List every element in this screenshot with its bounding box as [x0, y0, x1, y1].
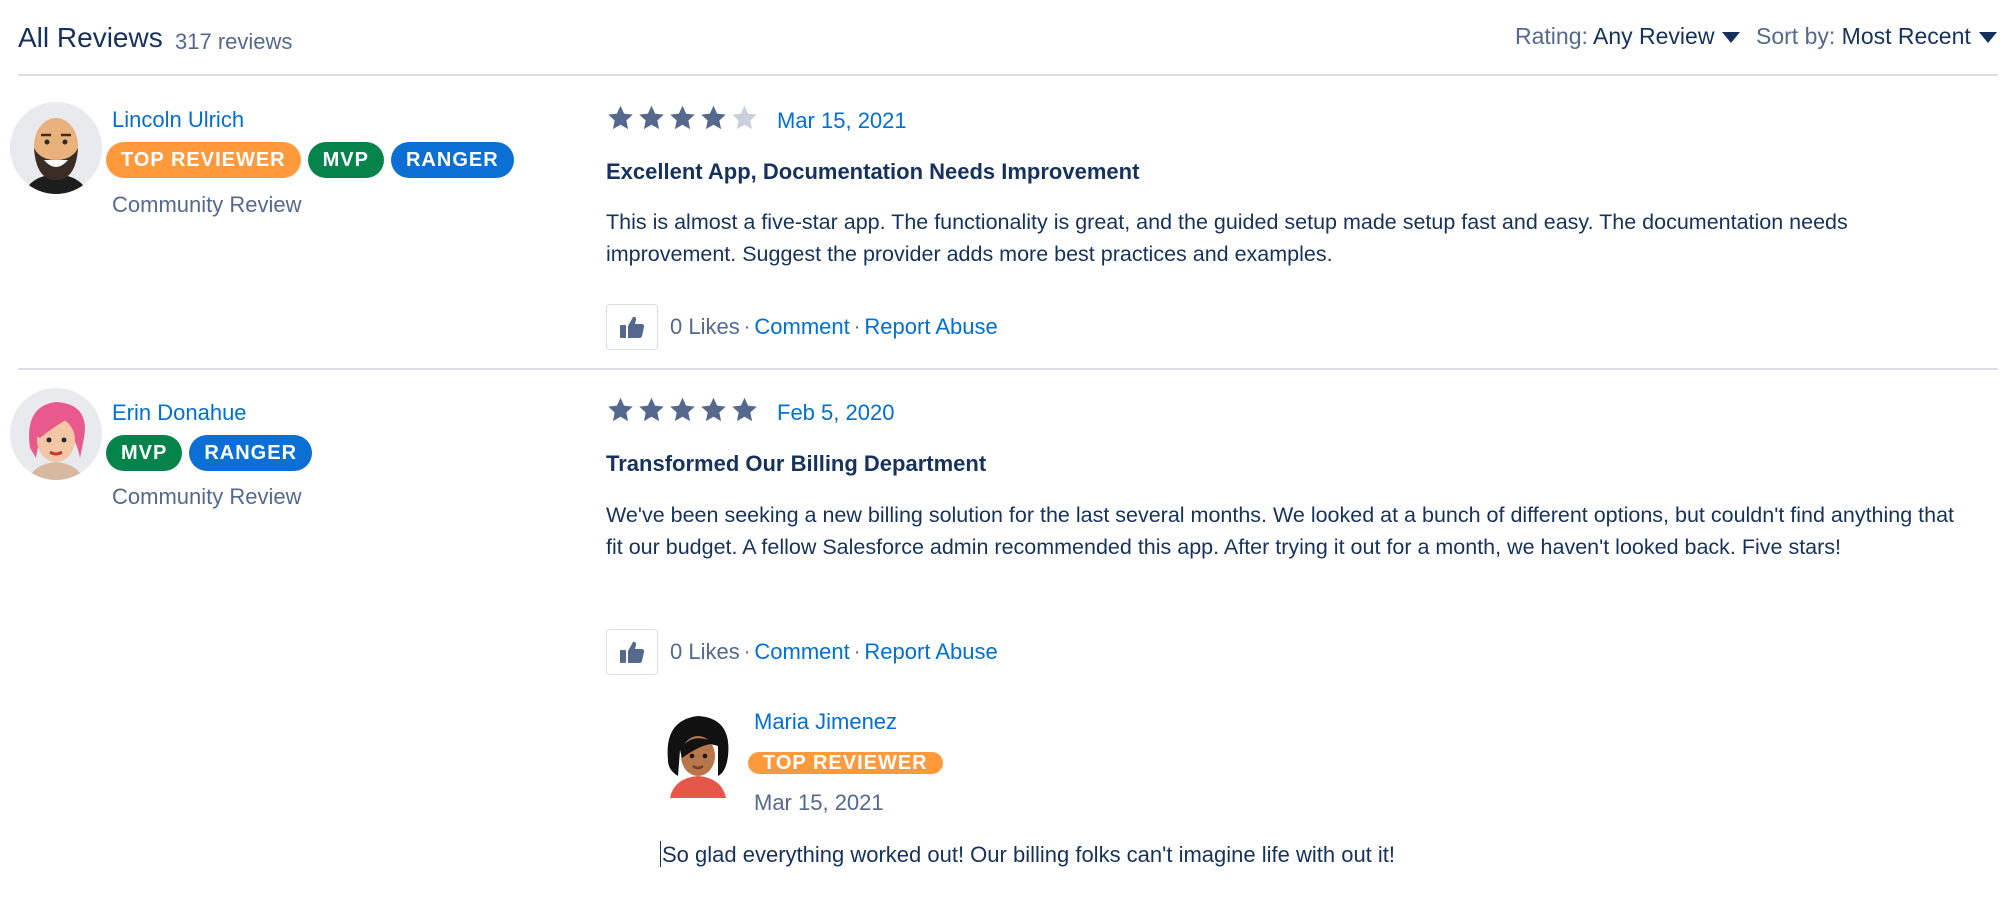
reviews-header: All Reviews 317 reviews Rating: Any Revi…	[0, 0, 2000, 75]
separator-dot: ·	[853, 315, 861, 338]
page-title: All Reviews	[18, 22, 163, 53]
comment-link[interactable]: Comment	[754, 314, 849, 340]
sort-label: Sort by:	[1756, 23, 1836, 49]
report-abuse-link[interactable]: Report Abuse	[864, 639, 997, 665]
reviewer-name-link[interactable]: Lincoln Ulrich	[112, 107, 244, 133]
review-actions: 0 Likes · Comment · Report Abuse	[606, 304, 998, 350]
badge-ranger: RANGER	[189, 435, 313, 471]
star-filled-icon	[701, 105, 726, 130]
rating-filter-label: Rating:	[1515, 23, 1588, 49]
star-rating	[606, 396, 759, 424]
reviewer-badges: TOP REVIEWER MVP RANGER	[106, 142, 514, 178]
star-filled-icon	[639, 105, 664, 130]
reviews-page: All Reviews 317 reviews Rating: Any Revi…	[0, 0, 2000, 900]
separator-dot: ·	[743, 640, 751, 663]
reply-date: Mar 15, 2021	[754, 790, 884, 815]
review-body: We've been seeking a new billing solutio…	[606, 503, 1955, 559]
star-filled-icon	[670, 397, 695, 422]
reviewer-name-link[interactable]: Erin Donahue	[112, 400, 247, 426]
rating-filter-dropdown[interactable]: Rating: Any Review	[1515, 23, 1741, 50]
thumbs-up-icon	[620, 316, 645, 338]
reply-author-link[interactable]: Maria Jimenez	[754, 709, 897, 735]
header-divider	[18, 74, 1998, 76]
review-date-link[interactable]: Mar 15, 2021	[777, 108, 907, 134]
badge-ranger: RANGER	[390, 142, 514, 178]
thumbs-up-icon	[620, 641, 645, 663]
likes-count: 0 Likes	[670, 639, 740, 664]
star-filled-icon	[639, 397, 664, 422]
sort-value: Most Recent	[1841, 23, 1971, 49]
separator-dot: ·	[743, 315, 751, 338]
like-button[interactable]	[606, 304, 658, 350]
review-date-link[interactable]: Feb 5, 2020	[777, 400, 894, 426]
review-actions: 0 Likes · Comment · Report Abuse	[606, 629, 998, 675]
review-count: 317 reviews	[175, 29, 293, 54]
badge-top-reviewer: TOP REVIEWER	[106, 142, 301, 178]
badge-top-reviewer: TOP REVIEWER	[748, 752, 943, 774]
star-filled-icon	[608, 397, 633, 422]
reply-body[interactable]: So glad everything worked out! Our billi…	[660, 841, 1395, 868]
reviewer-avatar[interactable]	[10, 388, 102, 480]
star-rating	[606, 104, 759, 132]
rating-filter-value: Any Review	[1593, 23, 1715, 49]
reply-text: So glad everything worked out! Our billi…	[662, 842, 1396, 867]
star-filled-icon	[701, 397, 726, 422]
star-filled-icon	[670, 105, 695, 130]
like-button[interactable]	[606, 629, 658, 675]
badge-mvp: MVP	[106, 435, 183, 471]
caret-down-icon	[1978, 32, 1997, 44]
star-filled-icon	[608, 105, 633, 130]
comment-link[interactable]: Comment	[754, 639, 849, 665]
review-body: This is almost a five-star app. The func…	[606, 210, 1848, 266]
review-divider	[18, 368, 1998, 370]
reply-avatar[interactable]	[660, 706, 736, 798]
report-abuse-link[interactable]: Report Abuse	[864, 314, 997, 340]
text-cursor	[660, 841, 661, 867]
badge-mvp: MVP	[307, 142, 384, 178]
review-title: Transformed Our Billing Department	[606, 451, 987, 476]
caret-down-icon	[1722, 32, 1741, 44]
star-empty-icon	[732, 105, 757, 130]
separator-dot: ·	[853, 640, 861, 663]
review-title: Excellent App, Documentation Needs Impro…	[606, 159, 1140, 184]
star-filled-icon	[732, 397, 757, 422]
likes-count: 0 Likes	[670, 314, 740, 339]
sort-dropdown[interactable]: Sort by: Most Recent	[1756, 23, 1997, 50]
review-type-label: Community Review	[112, 192, 302, 217]
reviewer-badges: MVP RANGER	[106, 435, 313, 471]
reviewer-avatar[interactable]	[10, 102, 102, 194]
reply-badges: TOP REVIEWER	[748, 745, 943, 781]
review-type-label: Community Review	[112, 484, 302, 509]
